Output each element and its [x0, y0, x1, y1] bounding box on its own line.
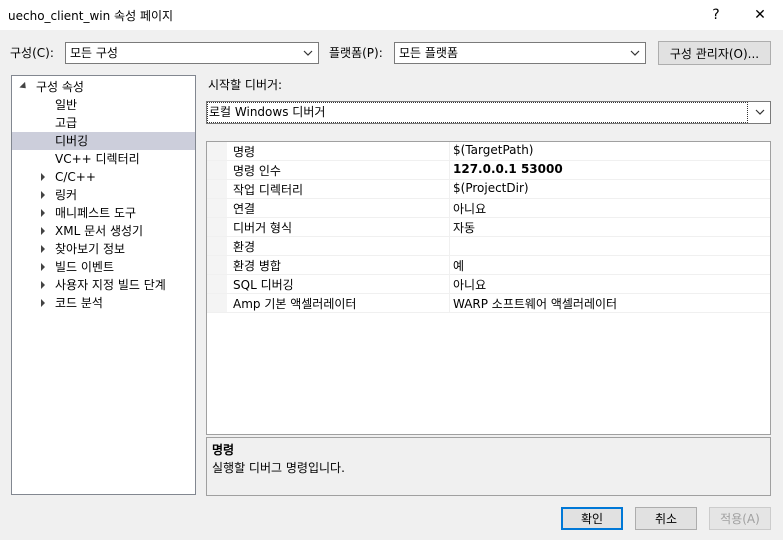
chevron-down-icon [630, 50, 640, 56]
tree-item-linker[interactable]: 링커 [12, 186, 195, 204]
platform-label: 플랫폼(P): [329, 46, 383, 60]
property-row-command-arguments[interactable]: 명령 인수 127.0.0.1 53000 [207, 161, 770, 180]
help-button[interactable]: ? [693, 0, 739, 30]
property-row-sql-debugging[interactable]: SQL 디버깅 아니요 [207, 275, 770, 294]
property-row-amp-accelerator[interactable]: Amp 기본 액셀러레이터 WARP 소프트웨어 액셀러레이터 [207, 294, 770, 313]
property-value[interactable]: 127.0.0.1 53000 [453, 162, 563, 176]
tree-item-cpp[interactable]: C/C++ [12, 168, 195, 186]
chevron-down-icon [755, 109, 765, 115]
tree-item-label: 구성 속성 [36, 80, 84, 94]
expand-arrow-icon[interactable] [41, 299, 45, 307]
tree-item-label: 매니페스트 도구 [55, 206, 137, 220]
column-divider [449, 237, 450, 256]
tree-item-manifest-tool[interactable]: 매니페스트 도구 [12, 204, 195, 222]
property-grid[interactable]: 명령 $(TargetPath) 명령 인수 127.0.0.1 53000 작… [206, 141, 771, 435]
property-name: 디버거 형식 [233, 221, 293, 235]
tree-item-general[interactable]: 일반 [12, 96, 195, 114]
expand-arrow-icon[interactable] [41, 227, 45, 235]
property-row-working-directory[interactable]: 작업 디렉터리 $(ProjectDir) [207, 180, 770, 199]
tree-item-label: 사용자 지정 빌드 단계 [55, 278, 166, 292]
column-divider [449, 275, 450, 294]
property-value[interactable]: $(TargetPath) [453, 143, 533, 157]
config-dropdown[interactable]: 모든 구성 [65, 42, 319, 64]
tree-item-build-events[interactable]: 빌드 이벤트 [12, 258, 195, 276]
config-label: 구성(C): [10, 46, 54, 60]
property-tree[interactable]: 구성 속성 일반 고급 디버깅 VC++ 디렉터리 C/C++ 링커 매니페스트… [11, 75, 196, 495]
property-name: 명령 인수 [233, 164, 281, 178]
collapse-arrow-icon[interactable] [19, 81, 29, 92]
column-divider [449, 256, 450, 275]
property-name: 환경 병합 [233, 259, 281, 273]
property-value[interactable]: 예 [453, 257, 464, 274]
tree-item-label: 일반 [55, 98, 78, 112]
close-button[interactable]: ✕ [737, 0, 783, 30]
tree-item-label: 빌드 이벤트 [55, 260, 115, 274]
property-name: 환경 [233, 240, 256, 254]
tree-item-label: 디버깅 [55, 134, 89, 148]
tree-item-label: 고급 [55, 116, 78, 130]
property-row-attach[interactable]: 연결 아니요 [207, 199, 770, 218]
column-divider [449, 161, 450, 180]
column-divider [449, 180, 450, 199]
column-divider [449, 218, 450, 237]
property-value[interactable]: 아니요 [453, 200, 486, 217]
config-manager-button[interactable]: 구성 관리자(O)... [658, 41, 771, 65]
property-name: Amp 기본 액셀러레이터 [233, 297, 357, 311]
property-name: 작업 디렉터리 [233, 183, 304, 197]
property-row-environment[interactable]: 환경 [207, 237, 770, 256]
tree-item-code-analysis[interactable]: 코드 분석 [12, 294, 195, 312]
expand-arrow-icon[interactable] [41, 245, 45, 253]
tree-item-browse-info[interactable]: 찾아보기 정보 [12, 240, 195, 258]
debugger-label: 시작할 디버거: [208, 78, 283, 92]
platform-dropdown[interactable]: 모든 플랫폼 [394, 42, 646, 64]
expand-arrow-icon[interactable] [41, 281, 45, 289]
platform-value: 모든 플랫폼 [399, 46, 459, 60]
tree-item-label: 찾아보기 정보 [55, 242, 126, 256]
column-divider [449, 294, 450, 313]
column-divider [449, 199, 450, 218]
tree-item-label: 링커 [55, 188, 78, 202]
property-name: 연결 [233, 202, 256, 216]
tree-item-xml-doc-generator[interactable]: XML 문서 생성기 [12, 222, 195, 240]
tree-item-label: VC++ 디렉터리 [55, 152, 140, 166]
description-text: 실행할 디버그 명령입니다. [212, 461, 345, 475]
property-name: SQL 디버깅 [233, 278, 294, 292]
description-title: 명령 [212, 443, 235, 457]
property-row-merge-environment[interactable]: 환경 병합 예 [207, 256, 770, 275]
tree-item-advanced[interactable]: 고급 [12, 114, 195, 132]
focus-rect [207, 102, 748, 123]
description-pane: 명령 실행할 디버그 명령입니다. [206, 437, 771, 496]
property-value[interactable]: 아니요 [453, 276, 486, 293]
property-value[interactable]: WARP 소프트웨어 액셀러레이터 [453, 295, 617, 312]
property-row-command[interactable]: 명령 $(TargetPath) [207, 142, 770, 161]
property-value[interactable]: $(ProjectDir) [453, 181, 529, 195]
tree-item-vc-directories[interactable]: VC++ 디렉터리 [12, 150, 195, 168]
tree-item-config-properties[interactable]: 구성 속성 [12, 78, 195, 96]
property-value[interactable]: 자동 [453, 219, 475, 236]
expand-arrow-icon[interactable] [41, 263, 45, 271]
expand-arrow-icon[interactable] [41, 173, 45, 181]
property-name: 명령 [233, 145, 256, 159]
config-value: 모든 구성 [70, 46, 118, 60]
tree-item-label: XML 문서 생성기 [55, 224, 144, 238]
tree-item-label: C/C++ [55, 170, 96, 184]
expand-arrow-icon[interactable] [41, 209, 45, 217]
debugger-dropdown[interactable]: 로컬 Windows 디버거 [206, 101, 771, 124]
cancel-button[interactable]: 취소 [635, 507, 697, 530]
column-divider [449, 142, 450, 161]
window-title: uecho_client_win 속성 페이지 [8, 9, 174, 23]
ok-button[interactable]: 확인 [561, 507, 623, 530]
chevron-down-icon [303, 50, 313, 56]
apply-button[interactable]: 적용(A) [709, 507, 771, 530]
tree-item-label: 코드 분석 [55, 296, 103, 310]
tree-item-debugging[interactable]: 디버깅 [12, 132, 195, 150]
expand-arrow-icon[interactable] [41, 191, 45, 199]
tree-item-custom-build-step[interactable]: 사용자 지정 빌드 단계 [12, 276, 195, 294]
title-bar: uecho_client_win 속성 페이지 ? ✕ [0, 0, 783, 30]
property-row-debugger-type[interactable]: 디버거 형식 자동 [207, 218, 770, 237]
